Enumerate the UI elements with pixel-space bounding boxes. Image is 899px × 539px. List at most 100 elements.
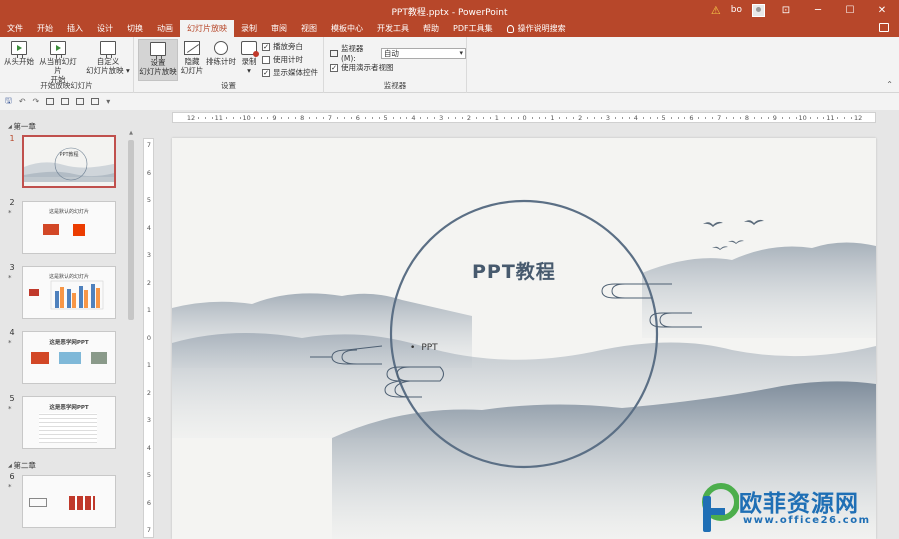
slide-scrollbar[interactable] [889, 138, 899, 539]
qat-icon-4[interactable] [91, 98, 100, 105]
maximize-button[interactable]: ☐ [839, 5, 861, 16]
redo-icon[interactable]: ↷ [33, 97, 40, 106]
ruler-minor-tick [336, 117, 338, 119]
tab-3[interactable]: 设计 [90, 20, 120, 37]
ribbon-tabs: 文件 开始 插入 设计 切换 动画 幻灯片放映 录制 审阅 视图 模板中心 开发工具 帮助 PDF工具集操… [0, 20, 899, 37]
ruler-minor-tick [503, 117, 505, 119]
ruler-tick-label: 10 [242, 114, 251, 122]
ruler-minor-tick [197, 117, 199, 119]
section-header-2[interactable]: 第二章 [8, 460, 36, 471]
avatar[interactable] [752, 3, 765, 17]
tab-11[interactable]: 开发工具 [370, 20, 416, 37]
tab-5[interactable]: 动画 [150, 20, 180, 37]
ruler-minor-tick [559, 117, 561, 119]
ruler-tick-label: 5 [383, 114, 388, 122]
ruler-minor-tick [510, 117, 512, 119]
ruler-minor-tick [767, 117, 769, 119]
close-button[interactable]: ✕ [871, 5, 893, 16]
tab-12[interactable]: 帮助 [416, 20, 446, 37]
slide-thumbnail-3[interactable]: 这是默认的幻灯片 [22, 266, 116, 319]
user-name[interactable]: bo [731, 5, 742, 15]
thumb-title: 这是恶学网PPT [49, 405, 89, 411]
minimize-button[interactable]: ─ [807, 5, 829, 16]
rehearse-timings-button[interactable]: 排练计时 [206, 41, 236, 66]
media-controls-checkbox[interactable]: ✓ 显示媒体控件 [262, 67, 318, 78]
ruler-minor-tick [434, 117, 436, 119]
section-header-1[interactable]: 第一章 [8, 121, 36, 132]
save-icon[interactable]: 🖫 [5, 95, 12, 109]
tell-me-search[interactable]: 操作说明搜索 [500, 20, 573, 37]
customize-qat-icon[interactable]: ▾ [106, 97, 110, 106]
monitor-dropdown[interactable]: 自动 [380, 47, 466, 59]
ruler-minor-tick [427, 117, 429, 119]
ruler-minor-tick [371, 117, 373, 119]
slideshow-icon [11, 41, 27, 58]
from-beginning-button[interactable]: 从头开始 [4, 41, 34, 66]
record-button[interactable]: 录制 ▾ [238, 41, 260, 75]
ruler-tick-label: 4 [146, 443, 152, 452]
ruler-minor-tick [705, 117, 707, 119]
scrollbar-thumb[interactable] [128, 140, 134, 320]
thumbnail-scrollbar[interactable]: ▲ [127, 130, 135, 320]
ruler-tick-label: 3 [146, 416, 152, 424]
tab-4[interactable]: 切换 [120, 20, 150, 37]
tab-13[interactable]: PDF工具集 [446, 20, 500, 37]
ruler-tick-label: 5 [146, 471, 152, 479]
ribbon-display-button[interactable]: ⊡ [775, 5, 797, 16]
warning-icon[interactable]: ⚠ [711, 4, 721, 17]
ruler-tick-label: 8 [744, 114, 750, 122]
tab-1[interactable]: 开始 [30, 20, 60, 37]
horizontal-ruler: 12 11 10 9 8 7 6 5 4 3 2 1 0 1 2 3 4 5 6 7 8 9 10 11 12 [172, 112, 876, 123]
slide-thumbnail-4[interactable]: 这是恶学网PPT [22, 331, 116, 384]
slide-title[interactable]: PPT教程 [472, 257, 556, 284]
ruler-minor-tick [740, 117, 742, 119]
slide-thumbnail-5[interactable]: 这是恶学网PPT [22, 396, 116, 449]
office-logo-icon [73, 224, 85, 236]
ruler-tick-label: 1 [494, 114, 499, 122]
ruler-minor-tick [260, 117, 262, 119]
thumb-image-2 [59, 352, 81, 364]
group-start-slideshow: 从头开始 从当前幻灯片 开始 自定义 幻灯片放映 ▾ 开始放映幻灯片 [0, 37, 134, 93]
ruler-minor-tick [253, 117, 255, 119]
animation-star: * [8, 339, 12, 347]
ruler-tick-label: 7 [146, 141, 152, 149]
qat-icon-2[interactable] [61, 98, 70, 105]
custom-slideshow-button[interactable]: 自定义 幻灯片放映 ▾ [86, 41, 130, 75]
thumbnail-pane: 第一章 1 PPT教程 2 * 这是默认的幻灯片 3 * 这是默认的幻灯片 4 … [0, 110, 138, 539]
narration-checkbox[interactable]: ✓ 播放旁白 [262, 41, 303, 52]
from-current-button[interactable]: 从当前幻灯片 开始 [36, 41, 80, 84]
setup-slideshow-button[interactable]: 设置 幻灯片放映 [138, 39, 178, 81]
tab-6[interactable]: 幻灯片放映 [180, 20, 234, 37]
ruler-tick-label: 9 [772, 114, 777, 122]
group-setup: 设置 幻灯片放映 隐藏 幻灯片 排练计时 录制 ▾ ✓ 播放旁白 使用计时 ✓ … [134, 37, 324, 93]
presenter-view-checkbox[interactable]: ✓ 使用演示者视图 [330, 62, 394, 73]
thumb-chart [29, 280, 104, 310]
scroll-up-icon[interactable]: ▲ [127, 130, 135, 136]
tab-9[interactable]: 视图 [294, 20, 324, 37]
ruler-tick-label: 4 [411, 114, 416, 122]
qat-icon-1[interactable] [46, 98, 55, 105]
undo-icon[interactable]: ↶ [19, 97, 26, 106]
custom-slideshow-icon [100, 41, 116, 58]
hide-slide-button[interactable]: 隐藏 幻灯片 [180, 41, 204, 75]
tab-8[interactable]: 审阅 [264, 20, 294, 37]
tab-10[interactable]: 模板中心 [324, 20, 370, 37]
comment-icon[interactable] [879, 23, 889, 32]
slide-thumbnail-1[interactable]: PPT教程 [22, 135, 116, 188]
tab-2[interactable]: 插入 [60, 20, 90, 37]
ruler-minor-tick [378, 117, 380, 119]
ruler-minor-tick [816, 117, 818, 119]
ruler-tick-label: 12 [854, 114, 863, 122]
slide-thumbnail-6[interactable] [22, 475, 116, 528]
watermark-text: 欧菲资源网 [739, 491, 859, 517]
qat-icon-3[interactable] [76, 98, 85, 105]
slide-canvas[interactable]: PPT教程 PPT [172, 138, 876, 539]
ruler-tick-label: 3 [605, 114, 611, 122]
ruler-tick-label: 7 [717, 114, 722, 122]
tab-0[interactable]: 文件 [0, 20, 30, 37]
timings-checkbox[interactable]: 使用计时 [262, 54, 303, 65]
collapse-ribbon-button[interactable]: ⌃ [886, 80, 893, 89]
slide-subtitle[interactable]: PPT [410, 343, 437, 353]
tab-7[interactable]: 录制 [234, 20, 264, 37]
slide-thumbnail-2[interactable]: 这是默认的幻灯片 [22, 201, 116, 254]
